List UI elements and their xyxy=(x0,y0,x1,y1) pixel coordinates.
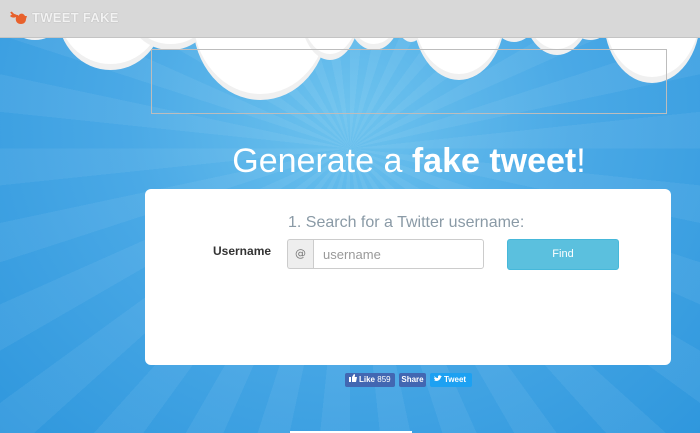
twitter-bird-icon xyxy=(434,373,442,387)
search-panel: 1. Search for a Twitter username: Userna… xyxy=(145,189,671,365)
username-label: Username xyxy=(213,244,272,258)
title-suffix: ! xyxy=(576,142,586,180)
bird-icon[interactable] xyxy=(8,9,28,27)
app-name[interactable]: TWEET FAKE xyxy=(32,10,119,25)
username-input[interactable] xyxy=(313,239,484,269)
like-label: Like xyxy=(359,375,376,384)
step-title: 1. Search for a Twitter username: xyxy=(288,214,525,231)
find-button[interactable]: Find xyxy=(507,239,619,270)
ad-placeholder xyxy=(151,49,667,114)
title-prefix: Generate a xyxy=(232,142,412,180)
tweet-button[interactable]: Tweet xyxy=(430,373,472,387)
facebook-like-button[interactable]: Like 859 xyxy=(345,373,395,387)
like-count: 859 xyxy=(377,375,391,384)
thumbs-up-icon xyxy=(349,373,357,387)
facebook-share-button[interactable]: Share xyxy=(399,373,426,387)
top-bar: TWEET FAKE xyxy=(0,0,700,38)
title-bold: fake tweet xyxy=(411,142,577,180)
at-prefix: @ xyxy=(287,239,313,269)
tweet-label: Tweet xyxy=(444,375,467,384)
page-title: Generate a fake tweet! xyxy=(0,142,700,181)
